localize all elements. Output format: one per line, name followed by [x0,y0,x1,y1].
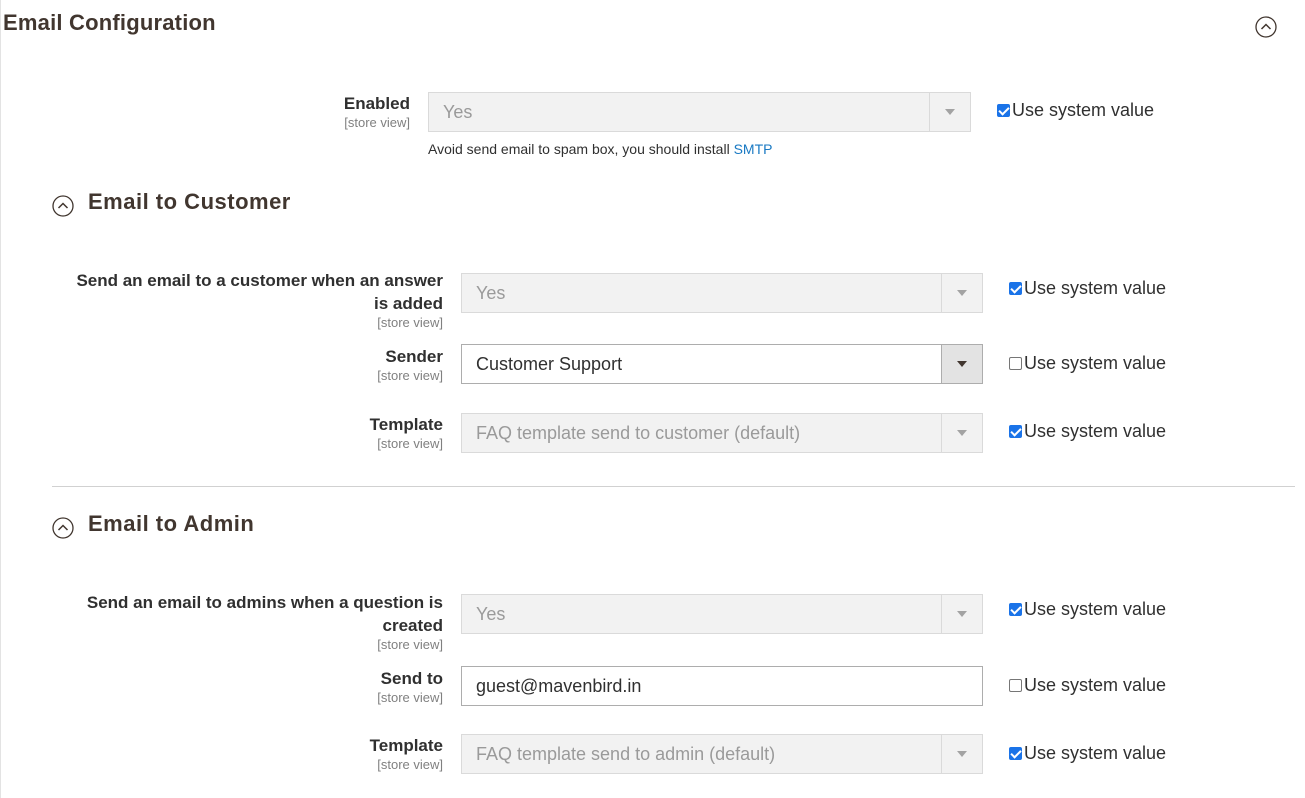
admin-template-value: FAQ template send to admin (default) [476,744,776,764]
admin-send-email-scope: [store view] [377,637,443,652]
page-border [0,0,1,798]
customer-template-label: Template [store view] [370,413,443,452]
customer-collapse-icon[interactable] [52,195,74,217]
send-to-use-system-value[interactable]: Use system value [1009,675,1166,696]
customer-section-title: Email to Customer [88,189,291,214]
customer-send-email-label: Send an email to a customer when an answ… [76,269,443,331]
send-to-label: Send to [store view] [377,667,443,706]
send-to-input[interactable]: guest@mavenbird.in [461,666,983,706]
enabled-select-value: Yes [443,102,473,122]
customer-send-email-use-system-label: Use system value [1024,278,1167,298]
spam-note-text: Avoid send email to spam box, you should… [428,141,734,157]
customer-template-toggle [941,414,982,452]
enabled-use-system-value[interactable]: Use system value [997,100,1154,121]
sender-select[interactable]: Customer Support [461,344,983,384]
send-to-use-system-label: Use system value [1024,675,1167,695]
admin-collapse-icon[interactable] [52,517,74,539]
customer-template-use-system-value[interactable]: Use system value [1009,421,1166,442]
customer-send-email-toggle [941,274,982,312]
admin-send-email-select[interactable]: Yes [461,594,983,634]
admin-section-title: Email to Admin [88,511,255,536]
customer-template-use-system-label: Use system value [1024,421,1167,441]
send-to-use-system-checkbox[interactable] [1009,679,1022,692]
enabled-use-system-label: Use system value [1012,100,1155,120]
customer-template-value: FAQ template send to customer (default) [476,423,801,443]
sender-use-system-value[interactable]: Use system value [1009,353,1166,374]
admin-template-label: Template [store view] [370,734,443,773]
send-to-input-value: guest@mavenbird.in [476,676,642,696]
admin-send-email-toggle [941,595,982,633]
enabled-label: Enabled [store view] [344,92,410,131]
dropdown-arrow-icon [957,430,967,436]
page-title: Email Configuration [3,10,216,35]
dropdown-arrow-icon [957,751,967,757]
admin-send-email-label: Send an email to admins when a question … [87,591,443,653]
enabled-scope: [store view] [344,115,410,130]
dropdown-arrow-icon [945,109,955,115]
admin-send-email-use-system-label: Use system value [1024,599,1167,619]
admin-send-email-label-line2: created [382,616,443,635]
smtp-link[interactable]: SMTP [734,141,773,157]
customer-template-select[interactable]: FAQ template send to customer (default) [461,413,983,453]
admin-template-scope: [store view] [377,757,443,772]
sender-use-system-label: Use system value [1024,353,1167,373]
sender-select-toggle [941,345,982,383]
admin-send-email-use-system-checkbox[interactable] [1009,603,1022,616]
admin-send-email-use-system-value[interactable]: Use system value [1009,599,1166,620]
send-to-scope: [store view] [377,690,443,705]
admin-template-select[interactable]: FAQ template send to admin (default) [461,734,983,774]
customer-template-scope: [store view] [377,436,443,451]
dropdown-arrow-icon [957,611,967,617]
enabled-use-system-checkbox[interactable] [997,104,1010,117]
customer-send-email-label-line1: Send an email to a customer when an answ… [76,271,443,290]
sender-label-text: Sender [385,347,443,366]
sender-select-value: Customer Support [476,354,623,374]
customer-send-email-use-system-checkbox[interactable] [1009,282,1022,295]
admin-template-use-system-label: Use system value [1024,743,1167,763]
sender-label: Sender [store view] [377,345,443,384]
customer-template-use-system-checkbox[interactable] [1009,425,1022,438]
enabled-select-toggle [929,93,970,131]
customer-send-email-value: Yes [476,283,506,303]
admin-template-use-system-checkbox[interactable] [1009,747,1022,760]
admin-template-use-system-value[interactable]: Use system value [1009,743,1166,764]
enabled-label-text: Enabled [343,94,410,113]
admin-send-email-value: Yes [476,604,506,624]
section-divider [52,486,1295,487]
customer-send-email-use-system-value[interactable]: Use system value [1009,278,1166,299]
section-collapse-icon[interactable] [1255,16,1277,38]
admin-template-label-text: Template [369,736,443,755]
customer-template-label-text: Template [369,415,443,434]
customer-send-email-label-line2: is added [374,294,443,313]
admin-template-toggle [941,735,982,773]
dropdown-arrow-icon [957,290,967,296]
admin-send-email-label-line1: Send an email to admins when a question … [86,593,443,612]
enabled-select[interactable]: Yes [428,92,971,132]
spam-note: Avoid send email to spam box, you should… [428,141,772,157]
dropdown-arrow-icon [957,361,967,367]
sender-scope: [store view] [377,368,443,383]
customer-send-email-select[interactable]: Yes [461,273,983,313]
send-to-label-text: Send to [380,669,443,688]
customer-send-email-scope: [store view] [377,315,443,330]
sender-use-system-checkbox[interactable] [1009,357,1022,370]
